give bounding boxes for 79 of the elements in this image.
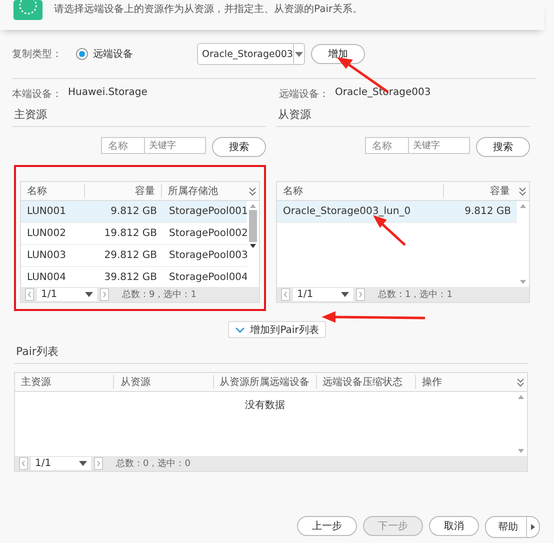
wizard-button[interactable]: 取消	[429, 516, 479, 536]
table-cell-text: LUN004	[26, 272, 67, 283]
section-title: 主资源	[12, 101, 266, 127]
column-header[interactable]: 操作	[416, 375, 514, 389]
table-cell-text: 19.812 GB	[103, 228, 158, 239]
scroll-up-icon[interactable]	[250, 204, 256, 208]
table-cell-text: StoragePool004	[168, 272, 247, 283]
column-header[interactable]: 从资源所属远端设备	[214, 375, 316, 389]
search-field-label: 名称	[365, 137, 409, 154]
scroll-down-icon[interactable]	[250, 244, 256, 248]
copy-type-label: 复制类型：	[12, 48, 62, 61]
add-button[interactable]: 增加	[311, 44, 365, 64]
add-to-pair-button[interactable]: 增加到Pair列表	[228, 321, 326, 338]
column-header[interactable]: 名称	[277, 184, 444, 198]
table-cell-text: Oracle_Storage003_lun_0	[282, 206, 412, 217]
previous-page-icon[interactable]	[25, 288, 34, 301]
search-button[interactable]: 搜索	[476, 137, 530, 157]
radio-button[interactable]	[76, 48, 88, 60]
search-field[interactable]: 关键字	[145, 137, 206, 154]
empty-message: 没有数据	[244, 399, 286, 412]
column-header[interactable]: 主资源	[15, 375, 114, 389]
table-row[interactable]: LUN002 19.812 GB StoragePool002	[21, 223, 247, 245]
section-title: Pair列表	[14, 338, 528, 364]
next-page-icon[interactable]	[94, 457, 103, 470]
search-field-label: 名称	[101, 137, 145, 154]
caret-icon	[294, 52, 303, 56]
section-title: 从资源	[276, 101, 530, 127]
instruction-text: 请选择远端设备上的资源作为从资源，并指定主、从资源的Pair关系。	[54, 2, 363, 16]
caret-icon	[79, 461, 87, 466]
search-field[interactable]: 关键字	[409, 137, 470, 154]
scroll-up-icon[interactable]	[520, 204, 526, 208]
radio-label[interactable]: 远端设备	[93, 47, 133, 61]
previous-page-icon[interactable]	[281, 288, 290, 301]
previous-page-icon[interactable]	[19, 457, 28, 470]
chevron-down-icon	[235, 326, 246, 332]
scroll-up-icon[interactable]	[518, 395, 524, 399]
device-dropdown[interactable]: Oracle_Storage003	[197, 43, 305, 65]
table-cell-text: 29.812 GB	[103, 250, 158, 261]
table-cell-text: StoragePool003	[168, 250, 247, 261]
remote-device-value: Oracle_Storage003	[335, 87, 431, 100]
double-chevron-icon[interactable]	[248, 186, 257, 196]
local-device-value: Huawei.Storage	[68, 87, 148, 100]
search-button[interactable]: 搜索	[212, 137, 266, 157]
annotation-arrow	[372, 215, 406, 246]
column-header[interactable]: 名称	[21, 184, 85, 198]
selection-summary: 总数：1，选中：1	[378, 288, 452, 301]
table-cell-text: 39.812 GB	[103, 272, 158, 283]
caret-icon	[341, 292, 349, 297]
column-header[interactable]: 远端设备压缩状态	[316, 375, 416, 389]
scrollbar-thumb[interactable]	[249, 210, 257, 242]
column-header[interactable]: 从资源	[114, 375, 214, 389]
column-header[interactable]: 容量	[444, 184, 516, 198]
remote-device-label: 远端设备：	[279, 88, 329, 101]
next-page-icon[interactable]	[100, 288, 109, 301]
table-cell-text: LUN003	[26, 250, 67, 261]
table-row[interactable]: LUN001 9.812 GB StoragePool001	[21, 201, 247, 223]
table-cell-text: 9.812 GB	[110, 206, 158, 217]
wizard-button[interactable]: 上一步	[297, 516, 357, 536]
column-header[interactable]: 容量	[85, 184, 162, 198]
caret-icon	[85, 292, 93, 297]
table-cell-text: LUN002	[26, 228, 67, 239]
selection-summary: 总数：9，选中：1	[122, 288, 196, 301]
next-page-icon[interactable]	[356, 288, 365, 301]
page-dropdown[interactable]: 1/1	[37, 288, 97, 301]
double-chevron-icon[interactable]	[518, 186, 527, 196]
table-row[interactable]: LUN003 29.812 GB StoragePool003	[21, 245, 247, 267]
double-chevron-icon[interactable]	[516, 378, 525, 386]
caret-right-icon[interactable]	[531, 524, 535, 530]
help-button[interactable]: 帮助	[485, 516, 540, 538]
page-dropdown[interactable]: 1/1	[293, 288, 353, 301]
page-dropdown[interactable]: 1/1	[31, 457, 91, 470]
table-cell-text: 9.812 GB	[464, 206, 512, 217]
column-header[interactable]: 所属存储池	[162, 184, 246, 198]
selection-summary: 总数：0，选中：0	[116, 458, 190, 470]
local-device-label: 本端设备：	[12, 88, 62, 101]
table-cell-text: StoragePool002	[168, 228, 247, 239]
table-cell-text: StoragePool001	[168, 206, 247, 217]
table-row[interactable]: Oracle_Storage003_lun_0 9.812 GB	[277, 201, 517, 223]
table-cell-text: LUN001	[26, 206, 67, 217]
